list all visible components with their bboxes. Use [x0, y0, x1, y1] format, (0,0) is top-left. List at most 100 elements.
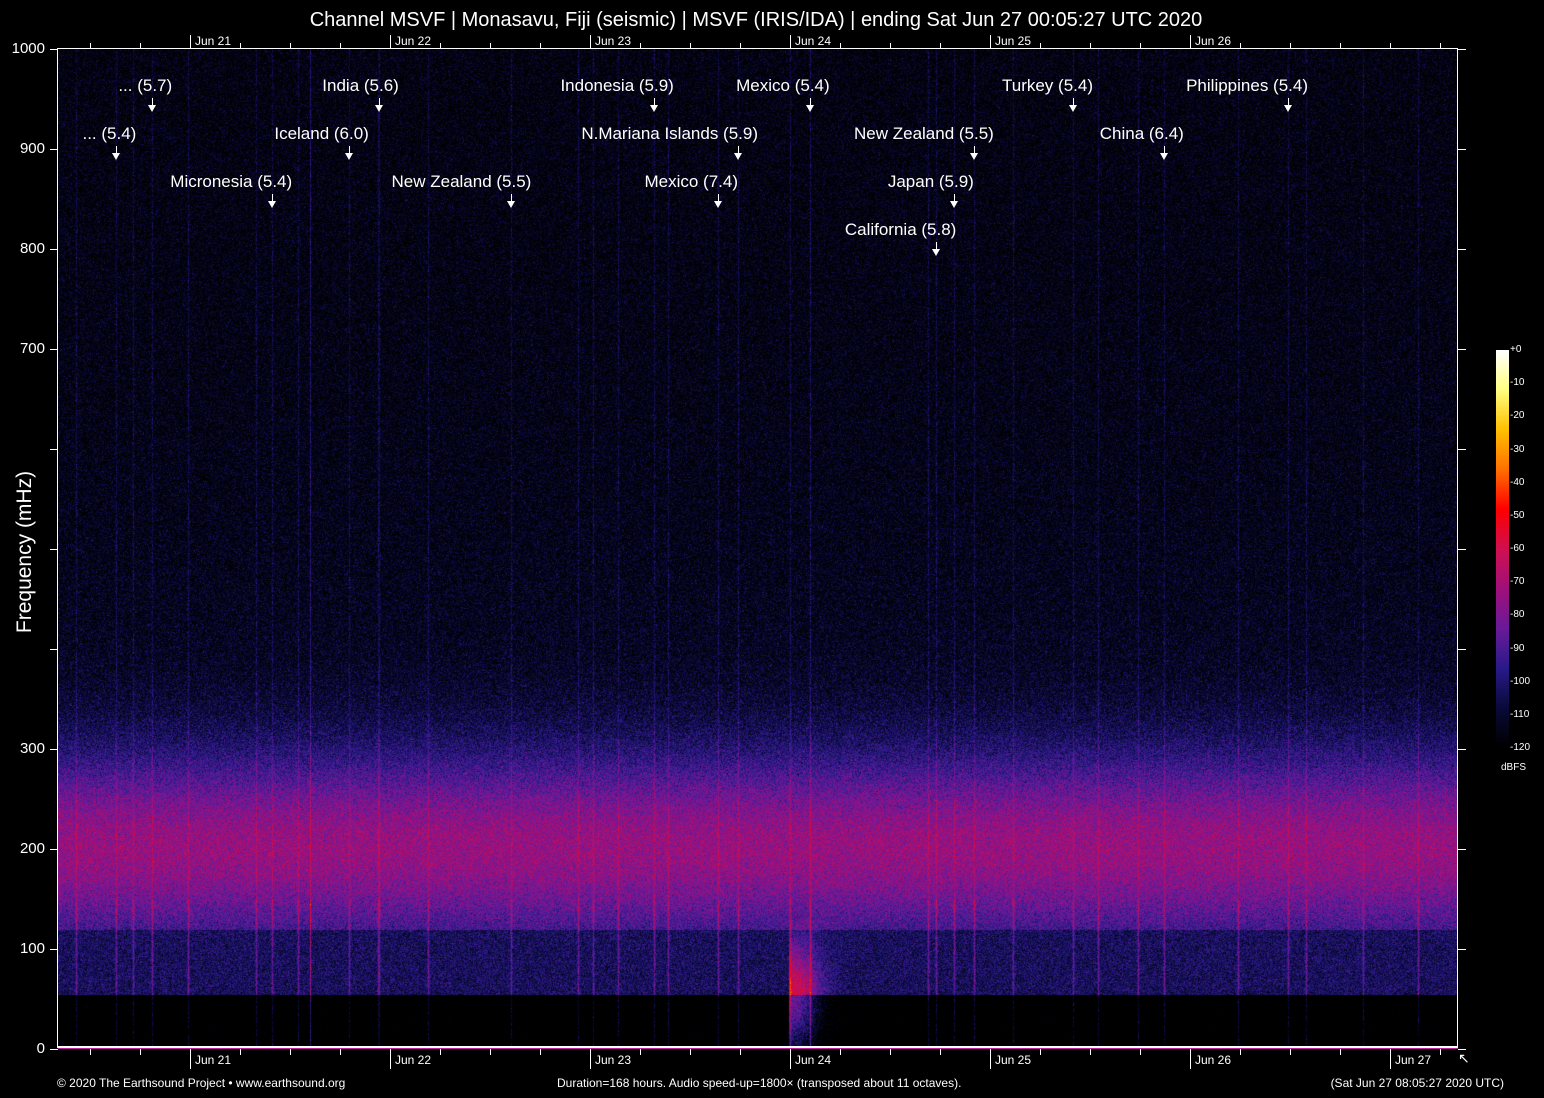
colorbar-tick-label: -120: [1510, 742, 1531, 753]
colorbar-unit: dBFS: [1501, 762, 1527, 773]
colorbar-tick-label: -40: [1510, 476, 1525, 488]
x-minor-tick-top: [840, 43, 841, 49]
x-minor-tick: [1090, 1049, 1091, 1055]
x-tick-label-top: Jun 21: [195, 34, 232, 48]
annotation-arrow-head-icon: [374, 105, 383, 112]
y-tick: [50, 349, 58, 350]
x-minor-tick-top: [690, 43, 691, 49]
y-tick-right: [1458, 849, 1466, 850]
x-day-tick: [590, 1049, 591, 1069]
colorbar-tick-label: -90: [1510, 642, 1525, 654]
x-minor-tick-top: [1390, 43, 1391, 49]
colorbar-tick-label: -80: [1510, 609, 1525, 621]
x-tick-label: Jun 23: [595, 1053, 632, 1067]
x-minor-tick-top: [340, 43, 341, 49]
colorbar-tick-label: -70: [1510, 576, 1525, 588]
annotation-arrow-head-icon: [1284, 105, 1292, 112]
x-minor-tick: [340, 1049, 341, 1055]
x-day-tick-top: [190, 35, 191, 49]
y-tick: [50, 949, 58, 950]
annotation-arrow-head-icon: [649, 105, 658, 112]
colorbar-tick-label: +0: [1510, 344, 1522, 355]
y-tick-right: [1458, 449, 1466, 450]
y-tick: [50, 1049, 58, 1050]
footer-copyright: © 2020 The Earthsound Project • www.eart…: [57, 1076, 346, 1090]
x-minor-tick-top: [1040, 43, 1041, 49]
x-minor-tick-top: [90, 43, 91, 49]
earthquake-annotation-label: Mexico (7.4): [644, 172, 738, 191]
x-minor-tick-top: [640, 43, 641, 49]
x-tick-label: Jun 27: [1395, 1053, 1432, 1067]
y-tick-right: [1458, 49, 1466, 50]
annotation-arrow-head-icon: [714, 201, 722, 208]
x-minor-tick-top: [1340, 43, 1341, 49]
earthquake-annotation-label: ... (5.7): [118, 76, 173, 95]
x-tick-label-top: Jun 25: [995, 34, 1032, 48]
earthquake-annotation-label: New Zealand (5.5): [391, 172, 532, 191]
x-minor-tick-top: [940, 43, 941, 49]
colorbar-tick-label: -60: [1510, 543, 1525, 554]
x-tick-label-top: Jun 22: [395, 34, 432, 48]
colorbar-tick-label: -50: [1510, 509, 1525, 521]
y-tick-label: 200: [19, 840, 45, 857]
x-day-tick: [990, 1049, 991, 1069]
y-tick-right: [1458, 249, 1466, 250]
colorbar-tick-label: -100: [1510, 675, 1531, 687]
annotation-arrow-head-icon: [1159, 153, 1168, 160]
y-tick: [50, 649, 58, 650]
x-minor-tick-top: [1440, 43, 1441, 49]
x-minor-tick-top: [540, 43, 541, 49]
annotation-arrow-head-icon: [932, 249, 941, 256]
x-day-tick-top: [590, 35, 591, 49]
x-day-tick-top: [390, 35, 391, 49]
x-minor-tick: [840, 1049, 841, 1055]
y-tick: [50, 449, 58, 450]
x-minor-tick-top: [140, 43, 141, 49]
earthquake-annotation-label: China (6.4): [1099, 124, 1184, 143]
x-tick-label: Jun 21: [195, 1053, 232, 1067]
y-tick: [50, 749, 58, 750]
x-minor-tick: [740, 1049, 741, 1055]
x-minor-tick: [290, 1049, 291, 1055]
y-tick-right: [1458, 549, 1466, 550]
annotation-arrow-head-icon: [344, 153, 353, 160]
earthquake-annotation-label: Indonesia (5.9): [560, 76, 674, 95]
annotation-arrow-head-icon: [734, 153, 742, 160]
x-tick-label-top: Jun 23: [595, 34, 632, 48]
x-minor-tick: [1040, 1049, 1041, 1055]
earthquake-annotation-label: Philippines (5.4): [1186, 76, 1308, 95]
y-tick-label: 100: [19, 940, 45, 957]
x-tick-label: Jun 26: [1195, 1053, 1232, 1067]
x-day-tick-top: [790, 35, 791, 49]
earthquake-annotation-label: Iceland (6.0): [274, 124, 369, 143]
x-minor-tick-top: [1090, 43, 1091, 49]
colorbar-tick-label: -110: [1510, 708, 1530, 720]
annotation-arrow-head-icon: [148, 105, 157, 112]
x-day-tick: [190, 1049, 191, 1069]
x-tick-label: Jun 22: [395, 1053, 432, 1067]
x-day-tick: [1390, 1049, 1391, 1069]
x-minor-tick-top: [1240, 43, 1241, 49]
x-minor-tick: [140, 1049, 141, 1055]
x-minor-tick: [1290, 1049, 1291, 1055]
colorbar-tick-label: -10: [1510, 377, 1525, 389]
x-minor-tick: [90, 1049, 91, 1055]
x-day-tick-top: [1190, 35, 1191, 49]
x-tick-label-top: Jun 24: [795, 34, 832, 48]
annotation-arrow-head-icon: [268, 201, 277, 208]
x-tick-label: Jun 24: [795, 1053, 832, 1067]
x-tick-label: Jun 25: [995, 1053, 1032, 1067]
x-day-tick-top: [990, 35, 991, 49]
y-axis-title: Frequency (mHz): [13, 470, 36, 634]
annotation-arrow-head-icon: [805, 105, 814, 112]
earthquake-annotation-label: Mexico (5.4): [736, 76, 830, 95]
earthquake-annotation-label: New Zealand (5.5): [854, 124, 994, 143]
annotation-arrow-head-icon: [1069, 105, 1077, 112]
x-minor-tick-top: [740, 43, 741, 49]
y-tick-label: 800: [19, 240, 45, 257]
y-tick: [50, 49, 58, 50]
earthquake-annotation-label: Micronesia (5.4): [170, 172, 293, 191]
y-tick-right: [1458, 349, 1466, 350]
x-minor-tick: [490, 1049, 491, 1055]
footer-duration: Duration=168 hours. Audio speed-up=1800×…: [557, 1076, 962, 1090]
